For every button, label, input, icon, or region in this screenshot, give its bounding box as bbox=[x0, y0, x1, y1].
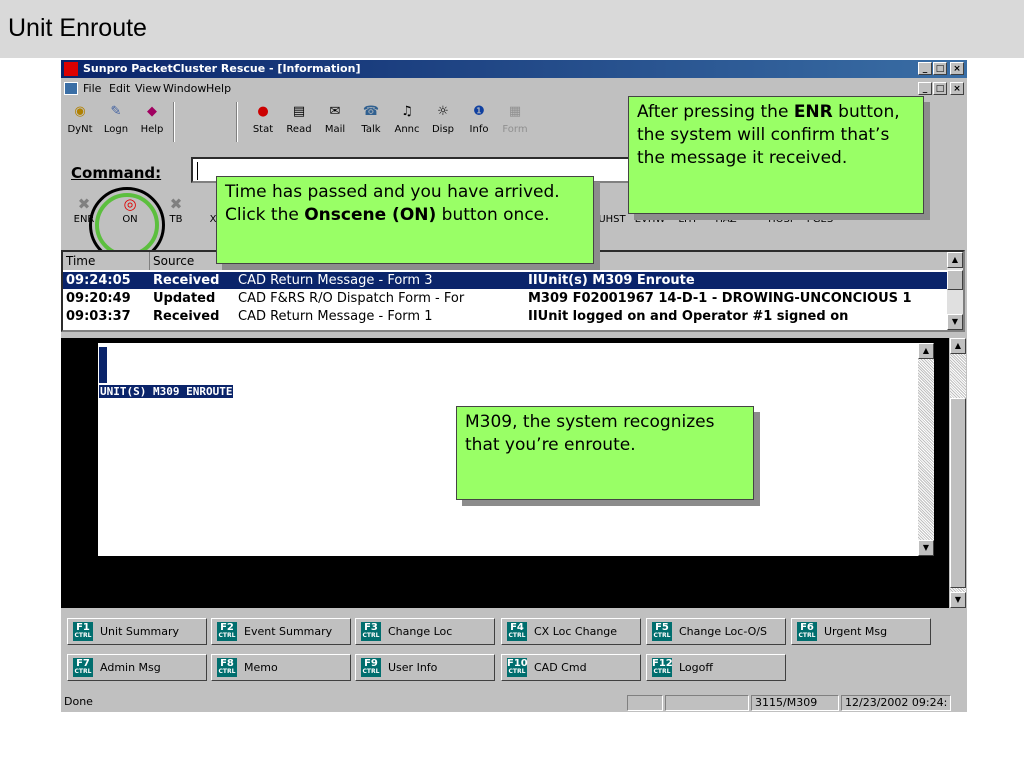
menu-file[interactable]: File bbox=[83, 82, 101, 95]
scroll-up-arrow[interactable]: ▲ bbox=[947, 252, 963, 268]
minimize-button[interactable]: _ bbox=[918, 62, 932, 75]
scroll-down-arrow[interactable]: ▼ bbox=[918, 540, 934, 556]
toolbar-separator bbox=[236, 102, 238, 142]
form-icon: ▦ bbox=[508, 104, 522, 119]
f9-key-icon: F9 CTRL bbox=[361, 658, 381, 677]
stat-icon: ● bbox=[257, 104, 269, 119]
f1-unit-summary-button[interactable]: F1 CTRL Unit Summary bbox=[67, 618, 207, 645]
f12-logoff-button[interactable]: F12 CTRL Logoff bbox=[646, 654, 786, 681]
title-bar: Sunpro PacketCluster Rescue - [Informati… bbox=[61, 60, 967, 78]
tb-button[interactable]: ✖ TB bbox=[161, 190, 191, 238]
slide-title: Unit Enroute bbox=[8, 14, 147, 42]
menu-view[interactable]: View bbox=[135, 82, 161, 95]
list-row[interactable]: 09:20:49 Updated CAD F&RS R/O Dispatch F… bbox=[63, 290, 949, 307]
scroll-down-arrow[interactable]: ▼ bbox=[947, 314, 963, 330]
status-panel bbox=[665, 695, 749, 711]
window-title: Sunpro PacketCluster Rescue - [Informati… bbox=[83, 62, 361, 75]
f8-memo-button[interactable]: F8 CTRL Memo bbox=[211, 654, 351, 681]
doc-minimize-button[interactable]: _ bbox=[918, 82, 932, 95]
f7-admin-msg-button[interactable]: F7 CTRL Admin Msg bbox=[67, 654, 207, 681]
highlight-circle-inner bbox=[95, 193, 159, 257]
f10-key-icon: F10 CTRL bbox=[507, 658, 528, 677]
scroll-up-arrow[interactable]: ▲ bbox=[950, 338, 966, 354]
menu-help[interactable]: Help bbox=[206, 82, 231, 95]
f4-key-icon: F4 CTRL bbox=[507, 622, 527, 641]
scroll-thumb[interactable] bbox=[950, 398, 966, 588]
close-button[interactable]: × bbox=[950, 62, 964, 75]
toolbar-dynt-button[interactable]: ◉ DyNt bbox=[63, 100, 97, 146]
document-icon bbox=[64, 82, 78, 95]
slide-header: Unit Enroute bbox=[0, 0, 1024, 58]
f6-key-icon: F6 CTRL bbox=[797, 622, 817, 641]
read-icon: ▤ bbox=[292, 104, 306, 119]
f1-key-icon: F1 CTRL bbox=[73, 622, 93, 641]
status-unit: 3115/M309 bbox=[751, 695, 839, 711]
toolbar-read-button[interactable]: ▤ Read bbox=[282, 100, 316, 146]
dispatch-icon: ☼ bbox=[437, 104, 449, 119]
toolbar-stat-button[interactable]: ● Stat bbox=[246, 100, 280, 146]
toolbar-logon-button[interactable]: ✎ Logn bbox=[99, 100, 133, 146]
tb-icon: ✖ bbox=[169, 195, 183, 213]
menu-window[interactable]: Window bbox=[163, 82, 206, 95]
toolbar-separator bbox=[173, 102, 175, 142]
info-icon: ❶ bbox=[473, 104, 485, 119]
f7-key-icon: F7 CTRL bbox=[73, 658, 93, 677]
announce-icon: ♫ bbox=[401, 104, 413, 119]
f4-cx-loc-change-button[interactable]: F4 CTRL CX Loc Change bbox=[501, 618, 641, 645]
pane-scrollbar[interactable]: ▲ ▼ bbox=[950, 338, 966, 608]
scroll-down-arrow[interactable]: ▼ bbox=[950, 592, 966, 608]
toolbar-form-button[interactable]: ▦ Form bbox=[498, 100, 532, 146]
main-toolbar: ◉ DyNt ✎ Logn ◆ Help ● Stat ▤ Read ✉ Mail ☎ Tal… bbox=[61, 100, 661, 146]
dynt-icon: ◉ bbox=[74, 104, 86, 119]
f5-change-loc-os-button[interactable]: F5 CTRL Change Loc-O/S bbox=[646, 618, 786, 645]
message-text: UNIT(S) M309 ENROUTE bbox=[99, 385, 234, 398]
f10-cad-cmd-button[interactable]: F10 CTRL CAD Cmd bbox=[501, 654, 641, 681]
command-label: Command: bbox=[71, 164, 162, 182]
help-icon: ◆ bbox=[147, 104, 157, 119]
toolbar-talk-button[interactable]: ☎ Talk bbox=[354, 100, 388, 146]
uhst-button[interactable]: UHST bbox=[595, 190, 629, 238]
maximize-button[interactable]: □ bbox=[933, 62, 947, 75]
status-datetime: 12/23/2002 09:24: bbox=[841, 695, 951, 711]
mail-icon: ✉ bbox=[329, 104, 341, 119]
logon-icon: ✎ bbox=[110, 104, 122, 119]
list-row[interactable]: 09:24:05 Received CAD Return Message - F… bbox=[63, 272, 949, 289]
toolbar-info-button[interactable]: ❶ Info bbox=[462, 100, 496, 146]
toolbar-disp-button[interactable]: ☼ Disp bbox=[426, 100, 460, 146]
toolbar-mail-button[interactable]: ✉ Mail bbox=[318, 100, 352, 146]
f3-key-icon: F3 CTRL bbox=[361, 622, 381, 641]
list-scrollbar[interactable]: ▲ ▼ bbox=[947, 252, 963, 330]
status-bar: Done 3115/M309 12/23/2002 09:24: bbox=[61, 694, 967, 712]
f2-key-icon: F2 CTRL bbox=[217, 622, 237, 641]
status-text: Done bbox=[64, 695, 93, 708]
list-row[interactable]: 09:03:37 Received CAD Return Message - F… bbox=[63, 308, 949, 325]
f3-change-loc-button[interactable]: F3 CTRL Change Loc bbox=[355, 618, 495, 645]
f9-user-info-button[interactable]: F9 CTRL User Info bbox=[355, 654, 495, 681]
enroute-callout: M309, the system recognizes that you’re … bbox=[456, 406, 754, 500]
f5-key-icon: F5 CTRL bbox=[652, 622, 672, 641]
enr-callout: After pressing the ENR button, the syste… bbox=[628, 96, 924, 214]
menu-edit[interactable]: Edit bbox=[109, 82, 130, 95]
text-caret bbox=[197, 162, 198, 180]
toolbar-annc-button[interactable]: ♫ Annc bbox=[390, 100, 424, 146]
message-scrollbar[interactable]: ▲ ▼ bbox=[918, 343, 934, 556]
f2-event-summary-button[interactable]: F2 CTRL Event Summary bbox=[211, 618, 351, 645]
selection-bar bbox=[99, 347, 107, 383]
status-panel bbox=[627, 695, 663, 711]
column-time[interactable]: Time bbox=[63, 252, 150, 270]
scroll-up-arrow[interactable]: ▲ bbox=[918, 343, 934, 359]
talk-icon: ☎ bbox=[362, 104, 380, 119]
doc-close-button[interactable]: × bbox=[950, 82, 964, 95]
f8-key-icon: F8 CTRL bbox=[217, 658, 237, 677]
f6-urgent-msg-button[interactable]: F6 CTRL Urgent Msg bbox=[791, 618, 931, 645]
toolbar-help-button[interactable]: ◆ Help bbox=[135, 100, 169, 146]
scroll-thumb[interactable] bbox=[947, 270, 963, 290]
doc-restore-button[interactable]: □ bbox=[933, 82, 947, 95]
onscene-callout: Time has passed and you have arrived. Cl… bbox=[216, 176, 594, 264]
f12-key-icon: F12 CTRL bbox=[652, 658, 673, 677]
app-icon bbox=[64, 62, 78, 76]
